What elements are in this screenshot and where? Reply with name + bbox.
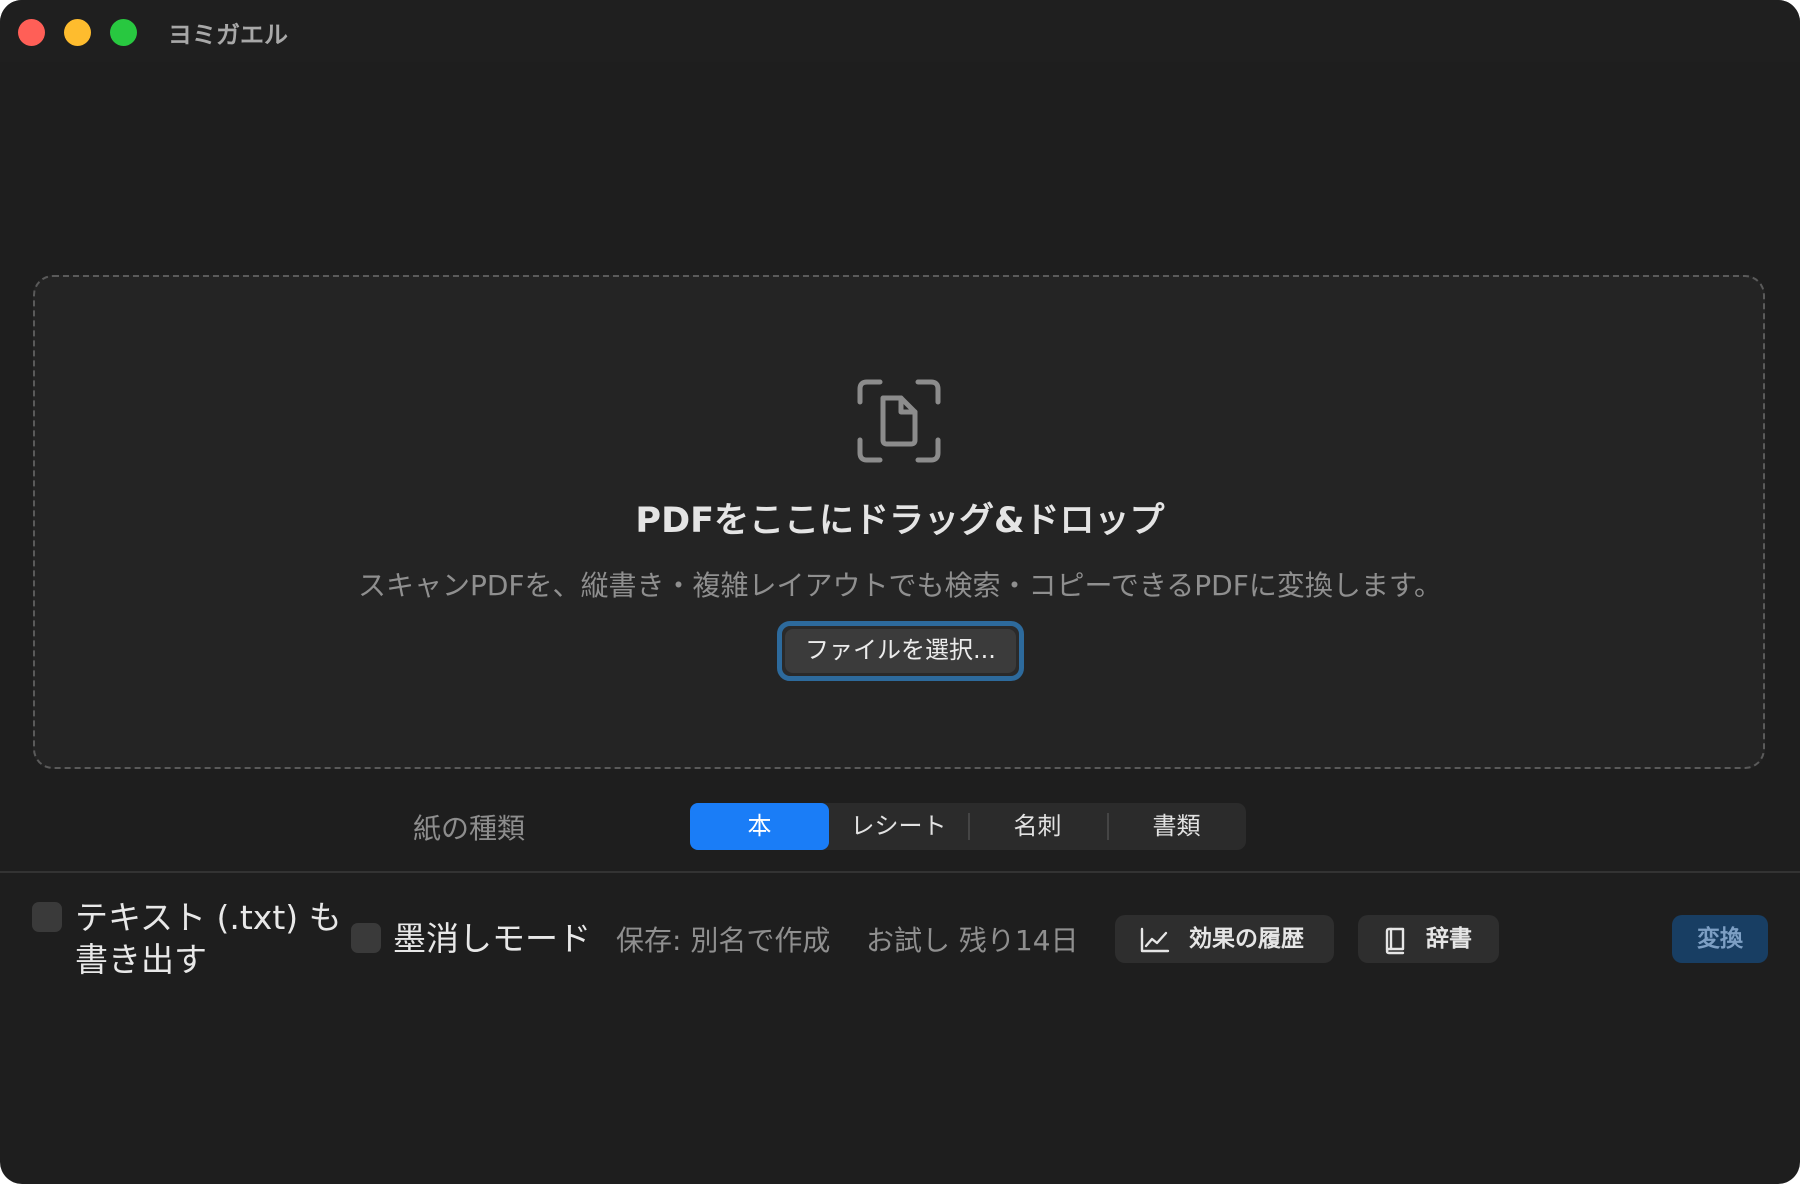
paper-type-business-card[interactable]: 名刺 bbox=[968, 803, 1107, 850]
paper-type-receipt[interactable]: レシート bbox=[829, 803, 968, 850]
dictionary-button[interactable]: 辞書 bbox=[1358, 915, 1499, 963]
book-icon bbox=[1385, 927, 1405, 955]
redaction-mode-checkbox[interactable] bbox=[351, 923, 381, 953]
maximize-window-button[interactable] bbox=[110, 19, 137, 46]
chart-line-icon bbox=[1140, 927, 1170, 953]
paper-type-document[interactable]: 書類 bbox=[1107, 803, 1246, 850]
effect-history-label: 効果の履歴 bbox=[1189, 926, 1304, 952]
drop-heading: PDFをここにドラッグ&ドロップ bbox=[635, 501, 1165, 541]
paper-type-segmented-control: 本 レシート 名刺 書類 bbox=[690, 803, 1246, 850]
close-window-button[interactable] bbox=[18, 19, 45, 46]
title-bar: ヨミガエル bbox=[0, 0, 1800, 62]
export-text-label[interactable]: テキスト (.txt) も 書き出す bbox=[75, 897, 342, 981]
drop-description: スキャンPDFを、縦書き・複雑レイアウトでも検索・コピーできるPDFに変換します… bbox=[357, 569, 1443, 602]
export-text-label-line1: テキスト (.txt) も bbox=[75, 898, 342, 937]
select-file-button[interactable]: ファイルを選択... bbox=[777, 621, 1024, 681]
export-text-label-line2: 書き出す bbox=[75, 940, 207, 979]
paper-type-label: 紙の種類 bbox=[413, 812, 526, 845]
dictionary-label: 辞書 bbox=[1426, 926, 1472, 952]
redaction-mode-label[interactable]: 墨消しモード bbox=[393, 918, 591, 960]
app-window: ヨミガエル PDFをここにドラッグ&ドロップ スキャンPDFを、縦書き・複雑レイ… bbox=[0, 0, 1800, 1184]
export-text-checkbox[interactable] bbox=[32, 902, 62, 932]
convert-button[interactable]: 変換 bbox=[1672, 915, 1768, 963]
minimize-window-button[interactable] bbox=[64, 19, 91, 46]
effect-history-button[interactable]: 効果の履歴 bbox=[1115, 915, 1334, 963]
paper-type-book[interactable]: 本 bbox=[690, 803, 829, 850]
window-title: ヨミガエル bbox=[168, 21, 288, 49]
select-file-label: ファイルを選択... bbox=[785, 629, 1016, 673]
toolbar-divider bbox=[0, 871, 1800, 873]
trial-remaining-status: お試し 残り14日 bbox=[866, 924, 1079, 957]
save-mode-status: 保存: 別名で作成 bbox=[616, 924, 831, 957]
document-scan-icon bbox=[857, 379, 941, 463]
